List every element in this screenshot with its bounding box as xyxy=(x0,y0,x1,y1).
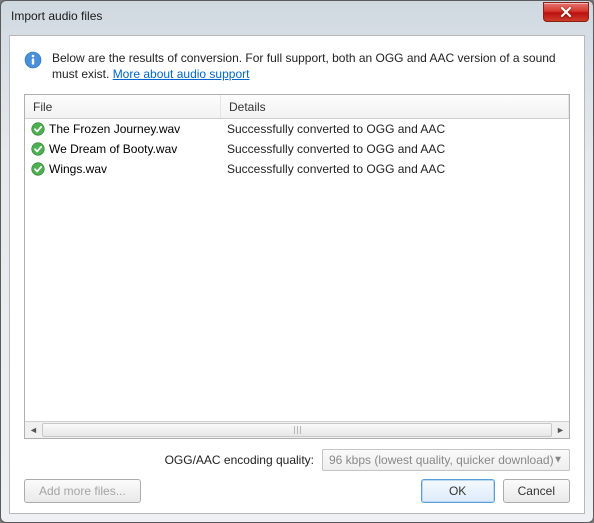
info-banner: Below are the results of conversion. For… xyxy=(24,50,570,82)
close-button[interactable] xyxy=(543,2,589,22)
encoding-quality-row: OGG/AAC encoding quality: 96 kbps (lowes… xyxy=(24,439,570,479)
ok-button[interactable]: OK xyxy=(421,479,495,503)
table-row[interactable]: Wings.wav Successfully converted to OGG … xyxy=(25,159,569,179)
title-bar[interactable]: Import audio files xyxy=(1,1,593,31)
success-icon xyxy=(31,122,45,136)
file-name: The Frozen Journey.wav xyxy=(49,122,180,136)
encoding-quality-value: 96 kbps (lowest quality, quicker downloa… xyxy=(329,453,554,467)
add-more-files-button[interactable]: Add more files... xyxy=(24,479,141,503)
file-details: Successfully converted to OGG and AAC xyxy=(221,122,569,136)
encoding-quality-select[interactable]: 96 kbps (lowest quality, quicker downloa… xyxy=(322,449,570,471)
file-name: We Dream of Booty.wav xyxy=(49,142,177,156)
horizontal-scrollbar[interactable]: ◄ ► xyxy=(25,421,569,438)
close-icon xyxy=(560,7,572,17)
file-name: Wings.wav xyxy=(49,162,107,176)
table-body: The Frozen Journey.wav Successfully conv… xyxy=(25,119,569,421)
column-header-file[interactable]: File xyxy=(25,95,221,118)
scroll-left-arrow[interactable]: ◄ xyxy=(25,423,42,438)
dialog-window: Import audio files Below are the results… xyxy=(0,0,594,523)
table-row[interactable]: The Frozen Journey.wav Successfully conv… xyxy=(25,119,569,139)
info-icon xyxy=(24,51,42,69)
success-icon xyxy=(31,142,45,156)
file-details: Successfully converted to OGG and AAC xyxy=(221,142,569,156)
results-table: File Details The Frozen Journey.wav Succ… xyxy=(24,94,570,439)
info-text: Below are the results of conversion. For… xyxy=(52,50,570,82)
scroll-thumb[interactable] xyxy=(42,423,552,437)
success-icon xyxy=(31,162,45,176)
audio-support-link[interactable]: More about audio support xyxy=(113,67,250,81)
chevron-down-icon: ▼ xyxy=(553,455,563,466)
file-details: Successfully converted to OGG and AAC xyxy=(221,162,569,176)
dialog-footer: Add more files... OK Cancel xyxy=(24,479,570,503)
table-header-row: File Details xyxy=(25,95,569,119)
column-header-details[interactable]: Details xyxy=(221,95,569,118)
scroll-right-arrow[interactable]: ► xyxy=(552,423,569,438)
encoding-quality-label: OGG/AAC encoding quality: xyxy=(165,453,314,467)
cancel-button[interactable]: Cancel xyxy=(503,479,570,503)
table-row[interactable]: We Dream of Booty.wav Successfully conve… xyxy=(25,139,569,159)
window-title: Import audio files xyxy=(11,9,102,23)
dialog-content: Below are the results of conversion. For… xyxy=(9,35,585,514)
